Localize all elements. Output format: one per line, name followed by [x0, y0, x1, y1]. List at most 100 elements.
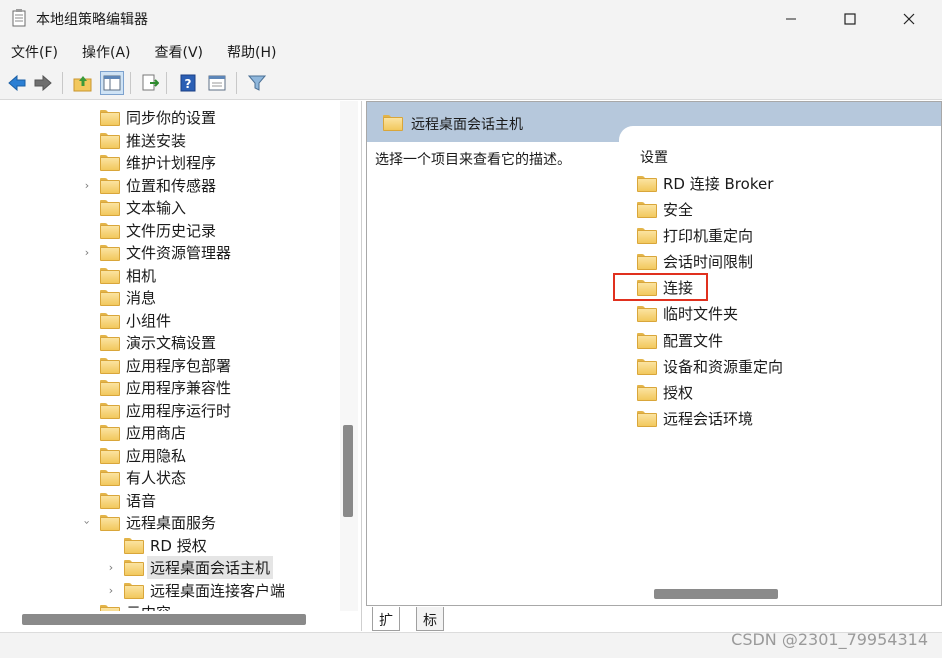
setting-folder-item[interactable]: 配置文件 [637, 329, 723, 351]
tree-item[interactable]: 应用程序运行时 [100, 399, 231, 421]
folder-icon [100, 110, 120, 126]
toolbar: ? [0, 66, 942, 100]
setting-folder-item[interactable]: 远程会话环境 [637, 407, 753, 429]
properties-icon [208, 75, 226, 91]
menu-bar: 文件(F) 操作(A) 查看(V) 帮助(H) [0, 38, 942, 66]
setting-folder-item[interactable]: 临时文件夹 [637, 302, 738, 324]
tree-item[interactable]: 演示文稿设置 [100, 331, 216, 353]
help-button[interactable]: ? [176, 71, 200, 95]
tree-item[interactable]: 应用程序兼容性 [100, 376, 231, 398]
folder-icon [100, 313, 120, 329]
folder-icon [100, 425, 120, 441]
show-tree-icon [103, 75, 121, 91]
menu-view[interactable]: 查看(V) [148, 42, 211, 62]
setting-folder-item[interactable]: RD 连接 Broker [637, 172, 773, 194]
tree-item[interactable]: › 文件资源管理器 [85, 241, 231, 263]
folder-icon [100, 200, 120, 216]
up-level-button[interactable] [71, 71, 95, 95]
export-list-button[interactable] [138, 71, 162, 95]
collapse-arrow-icon[interactable]: › [81, 517, 94, 527]
tree-vertical-scroll-thumb[interactable] [343, 425, 353, 517]
tree-item[interactable]: 小组件 [100, 309, 171, 331]
tree-item[interactable]: 同步你的设置 [100, 106, 216, 128]
forward-icon [34, 75, 52, 91]
folder-icon [100, 380, 120, 396]
tree-item-selected[interactable]: › 远程桌面会话主机 [109, 555, 274, 579]
export-list-icon [142, 74, 159, 91]
minimize-button[interactable] [768, 0, 814, 38]
folder-icon [637, 333, 657, 349]
close-button[interactable] [886, 0, 932, 38]
tree-item[interactable]: 相机 [100, 264, 156, 286]
menu-action[interactable]: 操作(A) [75, 42, 138, 62]
details-horizontal-scroll-thumb[interactable] [654, 589, 778, 599]
folder-icon [637, 306, 657, 322]
setting-folder-item[interactable]: 授权 [637, 381, 693, 403]
close-icon [903, 13, 915, 25]
folder-icon [124, 538, 144, 554]
setting-folder-item[interactable]: 设备和资源重定向 [637, 355, 783, 377]
policy-editor-icon [12, 9, 26, 27]
minimize-icon [786, 18, 796, 20]
details-pane: 远程桌面会话主机 选择一个项目来查看它的描述。 设置 RD 连接 Broker … [366, 101, 942, 606]
tree-item[interactable]: 应用隐私 [100, 444, 186, 466]
show-hide-tree-button[interactable] [100, 71, 124, 95]
properties-button[interactable] [205, 71, 229, 95]
folder-icon [100, 470, 120, 486]
folder-icon [383, 115, 403, 131]
expand-arrow-icon[interactable]: › [82, 179, 92, 192]
annotation-highlight-box [613, 273, 708, 301]
expand-arrow-icon[interactable]: › [82, 246, 92, 259]
expand-arrow-icon[interactable]: › [106, 561, 116, 574]
folder-icon [100, 155, 120, 171]
tree-item[interactable]: 应用程序包部署 [100, 354, 231, 376]
tree-item[interactable]: 文件历史记录 [100, 219, 216, 241]
tree-item[interactable]: 语音 [100, 489, 156, 511]
setting-folder-item[interactable]: 打印机重定向 [637, 224, 753, 246]
back-button[interactable] [5, 71, 29, 95]
tree-item[interactable]: 推送安装 [100, 129, 186, 151]
window-title: 本地组策略编辑器 [36, 12, 148, 28]
watermark: CSDN @2301_79954314 [731, 630, 928, 649]
folder-icon [637, 202, 657, 218]
setting-folder-item[interactable]: 会话时间限制 [637, 250, 753, 272]
folder-icon [100, 223, 120, 239]
folder-icon [637, 359, 657, 375]
folder-icon [100, 358, 120, 374]
forward-button[interactable] [31, 71, 55, 95]
tree-horizontal-scroll-thumb[interactable] [22, 614, 306, 625]
menu-file[interactable]: 文件(F) [4, 42, 65, 62]
description-text: 选择一个项目来查看它的描述。 [375, 152, 571, 168]
tab-extended[interactable]: 扩展 [372, 607, 400, 649]
folder-icon [100, 133, 120, 149]
folder-icon [637, 228, 657, 244]
folder-icon [124, 583, 144, 599]
tree-item[interactable]: 文本输入 [100, 196, 186, 218]
folder-icon [100, 448, 120, 464]
maximize-button[interactable] [827, 0, 873, 38]
tree-vertical-scrollbar[interactable] [340, 101, 358, 611]
folder-icon [637, 411, 657, 427]
tab-standard[interactable]: 标准 [416, 607, 444, 649]
title-bar: 本地组策略编辑器 [0, 0, 942, 38]
expand-arrow-icon[interactable]: › [106, 584, 116, 597]
folder-icon [637, 385, 657, 401]
back-icon [8, 75, 26, 91]
menu-help[interactable]: 帮助(H) [220, 42, 283, 62]
folder-icon [100, 515, 120, 531]
tree-item[interactable]: › 远程桌面服务 [81, 511, 217, 533]
tree-item[interactable]: 应用商店 [100, 421, 186, 443]
tree-item[interactable]: › 远程桌面连接客户端 [109, 579, 285, 601]
console-tree[interactable]: 同步你的设置 推送安装 维护计划程序 › 位置和传感器 文本输入 文件历史记录 ›… [0, 101, 362, 631]
setting-folder-item[interactable]: 安全 [637, 198, 693, 220]
tree-item[interactable]: 消息 [100, 286, 156, 308]
folder-icon [100, 403, 120, 419]
details-title: 远程桌面会话主机 [411, 117, 523, 133]
folder-icon [100, 493, 120, 509]
tree-item[interactable]: 有人状态 [100, 466, 186, 488]
filter-button[interactable] [245, 71, 269, 95]
tree-item[interactable]: RD 授权 [124, 534, 207, 556]
tree-item[interactable]: › 位置和传感器 [85, 174, 216, 196]
tree-item[interactable]: 维护计划程序 [100, 151, 216, 173]
column-header-settings[interactable]: 设置 [640, 147, 668, 167]
